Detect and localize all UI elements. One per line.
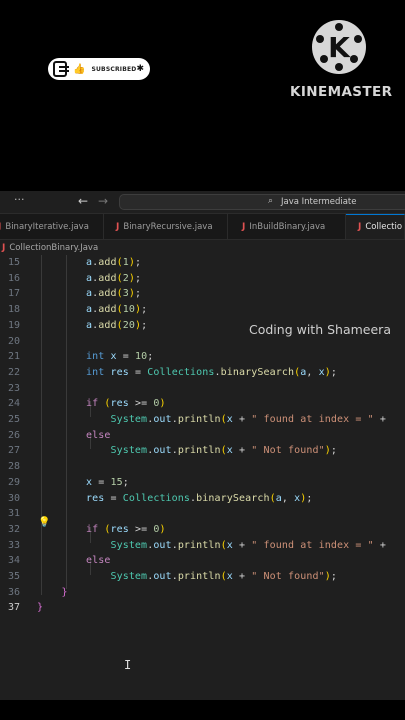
- tab-inbuild-binary[interactable]: J InBuildBinary.java: [228, 214, 346, 239]
- code-text: System.out.println(x + " found at index …: [110, 414, 386, 425]
- code-line[interactable]: 24 if (res >= 0): [0, 396, 405, 412]
- line-number: 18: [7, 304, 20, 316]
- code-line[interactable]: 22 int res = Collections.binarySearch(a,…: [0, 365, 405, 381]
- kinemaster-logo-icon: K: [312, 20, 366, 74]
- tab-collection-binary[interactable]: J Collectio: [346, 214, 405, 239]
- code-text: if (res >= 0): [85, 398, 166, 410]
- code-text: int x = 10;: [85, 351, 154, 363]
- tab-label: BinaryRecursive.java: [123, 221, 213, 232]
- java-file-icon: J: [0, 222, 1, 232]
- code-text: a.add(2);: [85, 272, 142, 284]
- line-number: 30: [7, 492, 20, 504]
- code-text: System.out.println(x + " Not found");: [110, 571, 337, 582]
- command-center-search[interactable]: ⌕ Java Intermediate: [119, 194, 405, 210]
- code-line[interactable]: 31: [0, 506, 405, 522]
- line-number: 31: [7, 508, 20, 520]
- code-line[interactable]: 26 else: [0, 428, 405, 444]
- more-menu-icon[interactable]: ···: [14, 193, 25, 206]
- tab-label: BinaryIterative.java: [5, 221, 89, 232]
- search-icon: ⌕: [268, 196, 274, 206]
- java-file-icon: J: [2, 243, 6, 253]
- line-number: 33: [7, 539, 20, 551]
- code-text: else: [85, 555, 111, 567]
- line-number: 32: [7, 523, 20, 535]
- code-line[interactable]: 35 System.out.println(x + " Not found");: [0, 569, 405, 585]
- code-line[interactable]: 34 else: [0, 553, 405, 569]
- workspace-name: Java Intermediate: [281, 197, 357, 207]
- line-number: 22: [7, 366, 20, 378]
- code-line[interactable]: 27 System.out.println(x + " Not found");: [0, 443, 405, 459]
- code-text: int res = Collections.binarySearch(a, x)…: [85, 366, 337, 378]
- code-line[interactable]: 29 x = 15;: [0, 475, 405, 491]
- line-number: 29: [7, 476, 20, 488]
- title-bar: ··· ← → ⌕ Java Intermediate: [0, 191, 405, 214]
- code-line[interactable]: 17 a.add(3);: [0, 286, 405, 302]
- code-line[interactable]: 36 }: [0, 585, 405, 601]
- kinemaster-watermark: KINEMASTER: [290, 84, 393, 100]
- code-text: a.add(3);: [85, 288, 142, 300]
- code-line[interactable]: 37}: [0, 600, 405, 616]
- line-number: 25: [7, 414, 20, 425]
- back-arrow-icon[interactable]: ←: [78, 194, 88, 208]
- code-text: a.add(10);: [85, 304, 148, 316]
- tab-label: InBuildBinary.java: [249, 221, 326, 232]
- line-number: 26: [7, 429, 20, 441]
- line-number: 35: [7, 571, 20, 582]
- code-editor-window: ··· ← → ⌕ Java Intermediate J BinaryIter…: [0, 191, 405, 700]
- forward-arrow-icon[interactable]: →: [98, 194, 108, 208]
- line-number: 19: [7, 319, 20, 331]
- code-text: }: [37, 602, 44, 614]
- code-text: }: [61, 586, 68, 598]
- code-line[interactable]: 33 System.out.println(x + " found at ind…: [0, 538, 405, 554]
- code-text: if (res >= 0): [85, 523, 166, 535]
- youtube-icon: [53, 61, 69, 77]
- line-number: 15: [7, 257, 20, 268]
- kinemaster-letter: K: [328, 30, 350, 64]
- tab-label: Collectio: [365, 222, 403, 232]
- line-number: 17: [7, 288, 20, 300]
- tab-binary-recursive[interactable]: J BinaryRecursive.java: [104, 214, 228, 239]
- text-cursor-icon: I: [124, 658, 132, 672]
- line-number: 37: [7, 602, 20, 614]
- breadcrumb[interactable]: J CollectionBinary.Java: [0, 240, 405, 256]
- code-line[interactable]: 15 a.add(1);: [0, 255, 405, 271]
- code-line[interactable]: 32 if (res >= 0): [0, 522, 405, 538]
- code-line[interactable]: 30 res = Collections.binarySearch(a, x);: [0, 491, 405, 507]
- code-text: res = Collections.binarySearch(a, x);: [85, 492, 313, 504]
- line-number: 21: [7, 351, 20, 363]
- bell-icon: ✱: [136, 64, 144, 74]
- lightbulb-icon[interactable]: 💡: [38, 517, 50, 528]
- code-line[interactable]: 18 a.add(10);: [0, 302, 405, 318]
- line-number: 34: [7, 555, 20, 567]
- code-line[interactable]: 23: [0, 381, 405, 397]
- java-file-icon: J: [242, 221, 246, 232]
- channel-watermark: Coding with Shameera: [249, 322, 391, 337]
- editor-tabs: J BinaryIterative.java J BinaryRecursive…: [0, 214, 405, 240]
- line-number: 27: [7, 445, 20, 457]
- line-number: 23: [7, 382, 20, 394]
- code-text: x = 15;: [85, 476, 129, 488]
- code-line[interactable]: 16 a.add(2);: [0, 271, 405, 287]
- code-text: a.add(1);: [85, 257, 142, 268]
- code-line[interactable]: 21 int x = 10;: [0, 349, 405, 365]
- java-file-icon: J: [116, 221, 120, 232]
- subscribed-badge[interactable]: 👍 SUBSCRIBED ✱: [48, 58, 150, 80]
- line-number: 16: [7, 272, 20, 284]
- code-text: a.add(20);: [85, 319, 148, 331]
- code-text: System.out.println(x + " found at index …: [110, 539, 386, 551]
- line-number: 28: [7, 461, 20, 473]
- thumbs-up-icon: 👍: [73, 63, 86, 75]
- code-text: System.out.println(x + " Not found");: [110, 445, 337, 457]
- code-line[interactable]: 25 System.out.println(x + " found at ind…: [0, 412, 405, 428]
- subscribed-label: SUBSCRIBED: [91, 65, 137, 73]
- breadcrumb-file: CollectionBinary.Java: [9, 243, 99, 253]
- line-number: 24: [7, 398, 20, 410]
- code-line[interactable]: 28: [0, 459, 405, 475]
- line-number: 36: [7, 586, 20, 598]
- tab-binary-iterative[interactable]: J BinaryIterative.java: [0, 214, 104, 239]
- line-number: 20: [7, 335, 20, 347]
- code-text: else: [85, 429, 111, 441]
- java-file-icon: J: [358, 222, 362, 232]
